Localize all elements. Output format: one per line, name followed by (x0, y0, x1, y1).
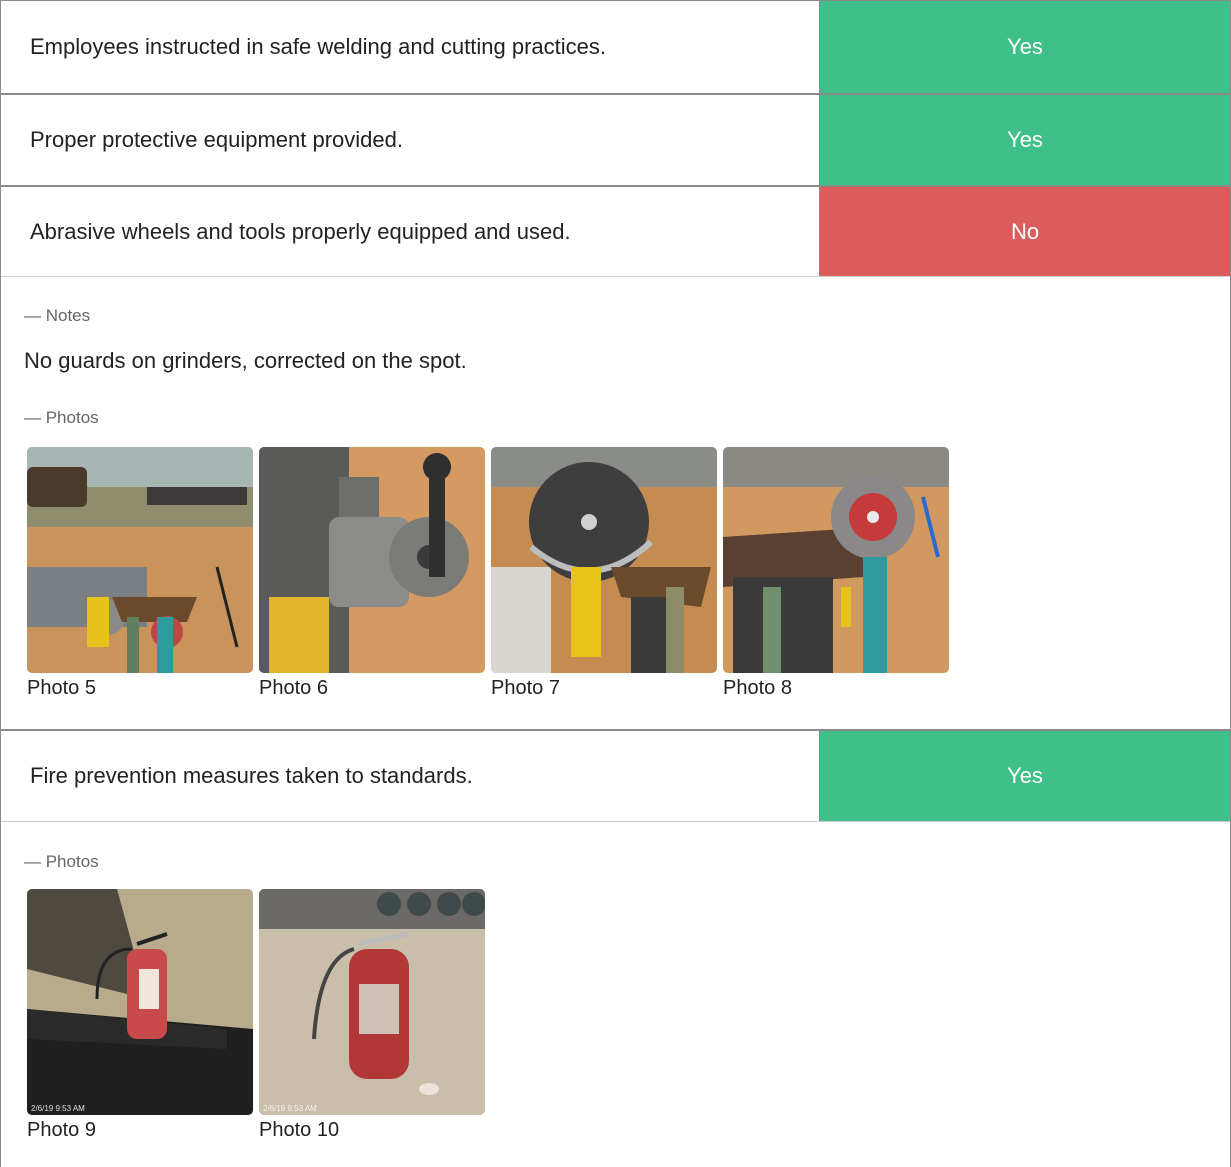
answer-badge-yes: Yes (820, 1, 1230, 93)
photo-caption: Photo 9 (27, 1119, 96, 1141)
answer-badge-yes: Yes (820, 95, 1230, 185)
question-text: Fire prevention measures taken to standa… (1, 731, 820, 821)
question-text: Abrasive wheels and tools properly equip… (1, 187, 820, 276)
checklist-row: Employees instructed in safe welding and… (1, 0, 1230, 93)
grinder-photo-icon[interactable] (27, 447, 253, 673)
photo-caption: Photo 8 (723, 677, 792, 699)
photo-item[interactable]: 2/6/19 9:53 AM Photo 10 (259, 889, 487, 1142)
answer-badge-no: No (820, 187, 1230, 276)
checklist-row: Fire prevention measures taken to standa… (1, 729, 1230, 821)
grinder-photo-icon[interactable] (723, 447, 949, 673)
inspection-report: Employees instructed in safe welding and… (0, 0, 1231, 1167)
grinder-photo-icon[interactable] (491, 447, 717, 673)
photo-caption: Photo 10 (259, 1119, 340, 1141)
abrasive-detail-section: — Notes No guards on grinders, corrected… (1, 276, 1230, 729)
photo-timestamp: 2/6/19 9:53 AM (31, 1104, 85, 1113)
answer-badge-yes: Yes (820, 731, 1230, 821)
notes-label: — Notes (24, 306, 91, 325)
checklist-row: Proper protective equipment provided. Ye… (1, 93, 1230, 185)
fire-extinguisher-photo-icon[interactable]: 2/6/19 9:53 AM (27, 889, 253, 1115)
checklist-row: Abrasive wheels and tools properly equip… (1, 185, 1230, 276)
photo-timestamp: 2/6/19 9:53 AM (263, 1104, 317, 1113)
photo-item[interactable]: Photo 7 (491, 447, 719, 700)
photos-label: — Photos (24, 408, 99, 427)
question-text: Proper protective equipment provided. (1, 95, 820, 185)
photos-label: — Photos (24, 852, 99, 871)
photo-caption: Photo 6 (259, 677, 328, 699)
photo-item[interactable]: Photo 6 (259, 447, 487, 700)
fire-extinguisher-photo-icon[interactable]: 2/6/19 9:53 AM (259, 889, 485, 1115)
notes-text: No guards on grinders, corrected on the … (24, 348, 467, 373)
photo-item[interactable]: Photo 8 (723, 447, 951, 700)
photo-item[interactable]: 2/6/19 9:53 AM Photo 9 (27, 889, 255, 1142)
photo-caption: Photo 7 (491, 677, 560, 699)
question-text: Employees instructed in safe welding and… (1, 1, 820, 93)
photo-item[interactable]: Photo 5 (27, 447, 255, 700)
photo-caption: Photo 5 (27, 677, 96, 699)
fire-detail-section: — Photos 2/6/19 9:53 AM Photo 9 2/6/19 9… (1, 821, 1230, 1167)
grinder-photo-icon[interactable] (259, 447, 485, 673)
